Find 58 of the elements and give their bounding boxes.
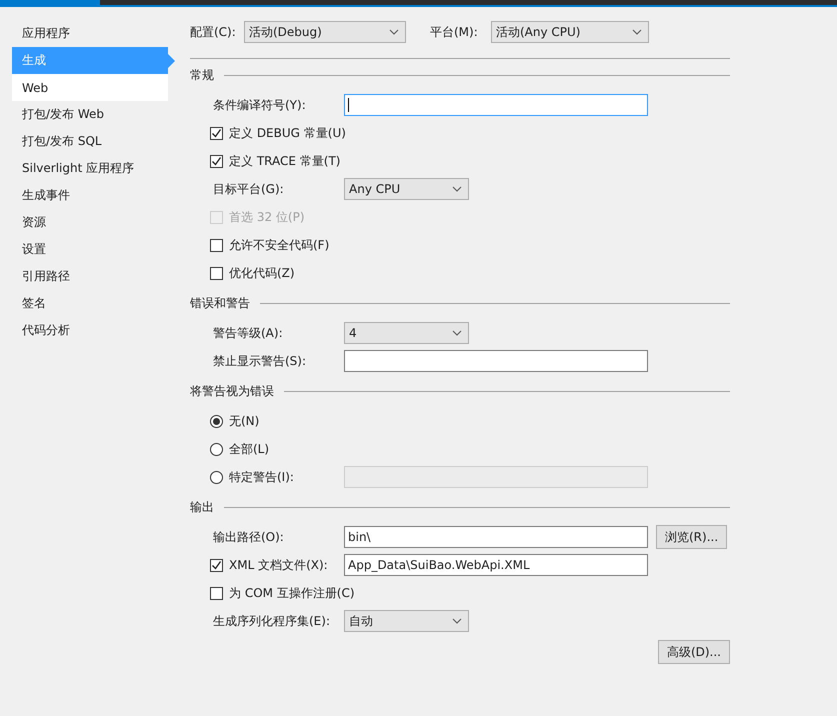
checkbox-label: 允许不安全代码(F) xyxy=(229,236,330,254)
checkbox[interactable] xyxy=(210,586,223,600)
checkbox-label: 定义 DEBUG 常量(U) xyxy=(229,124,346,142)
radio-label: 全部(L) xyxy=(229,440,270,458)
section-title: 错误和警告 xyxy=(190,294,250,312)
dropdown[interactable]: Any CPU xyxy=(344,178,469,200)
sidebar-item[interactable]: 设置 xyxy=(12,236,168,263)
dropdown[interactable]: 活动(Debug) xyxy=(244,21,406,43)
sidebar-item[interactable]: 生成事件 xyxy=(12,182,168,209)
field-label: 生成序列化程序集(E): xyxy=(213,612,330,630)
radio-button[interactable] xyxy=(210,414,223,428)
text-field[interactable] xyxy=(344,94,648,116)
field-label: 平台(M): xyxy=(430,24,479,40)
sidebar-item[interactable]: 代码分析 xyxy=(12,317,168,344)
checkbox[interactable] xyxy=(210,266,223,280)
checkbox-label: 首选 32 位(P) xyxy=(229,208,304,226)
sidebar-item[interactable]: 应用程序 xyxy=(12,20,168,47)
chevron-down-icon xyxy=(452,186,462,192)
sidebar-item[interactable]: 打包/发布 SQL xyxy=(12,128,168,155)
sidebar-item[interactable]: 打包/发布 Web xyxy=(12,101,168,128)
sidebar-item[interactable]: 签名 xyxy=(12,290,168,317)
checkbox-label: 为 COM 互操作注册(C) xyxy=(229,584,355,602)
sidebar-item[interactable]: 引用路径 xyxy=(12,263,168,290)
dropdown[interactable]: 活动(Any CPU) xyxy=(491,21,649,43)
sidebar-item[interactable]: 资源 xyxy=(12,209,168,236)
sidebar-item[interactable]: Web xyxy=(12,74,168,101)
field-label: 配置(C): xyxy=(190,24,237,40)
checkbox-label: 优化代码(Z) xyxy=(229,264,295,282)
field-label: 目标平台(G): xyxy=(213,180,284,198)
checkbox-label: 定义 TRACE 常量(T) xyxy=(229,152,340,170)
advanced-button[interactable]: 高级(D)... xyxy=(658,640,730,664)
dropdown[interactable]: 4 xyxy=(344,322,469,344)
text-field[interactable]: App_Data\SuiBao.WebApi.XML xyxy=(344,554,648,576)
radio-button[interactable] xyxy=(210,470,223,484)
field-label: 条件编译符号(Y): xyxy=(213,96,306,114)
text-field[interactable]: bin\ xyxy=(344,526,648,548)
checkbox-label: XML 文档文件(X): xyxy=(229,556,328,574)
checkbox[interactable] xyxy=(210,154,223,168)
checkbox[interactable] xyxy=(210,238,223,252)
section-title: 输出 xyxy=(190,498,214,516)
checkbox[interactable] xyxy=(210,126,223,140)
checkbox[interactable] xyxy=(210,558,223,572)
section-title: 将警告视为错误 xyxy=(190,382,274,400)
text-field[interactable] xyxy=(344,350,648,372)
sidebar-item[interactable]: Silverlight 应用程序 xyxy=(12,155,168,182)
chevron-down-icon xyxy=(632,29,642,35)
radio-button[interactable] xyxy=(210,442,223,456)
field-label: 警告等级(A): xyxy=(213,324,283,342)
dropdown[interactable]: 自动 xyxy=(344,610,469,632)
radio-label: 无(N) xyxy=(229,412,260,430)
chevron-down-icon xyxy=(452,330,462,336)
radio-label: 特定警告(I): xyxy=(229,468,294,486)
field-label: 禁止显示警告(S): xyxy=(213,352,306,370)
section-title: 常规 xyxy=(190,66,214,84)
field-label: 输出路径(O): xyxy=(213,528,284,546)
browse-button[interactable]: 浏览(R)... xyxy=(656,525,728,549)
chevron-down-icon xyxy=(389,29,399,35)
chevron-down-icon xyxy=(452,618,462,624)
